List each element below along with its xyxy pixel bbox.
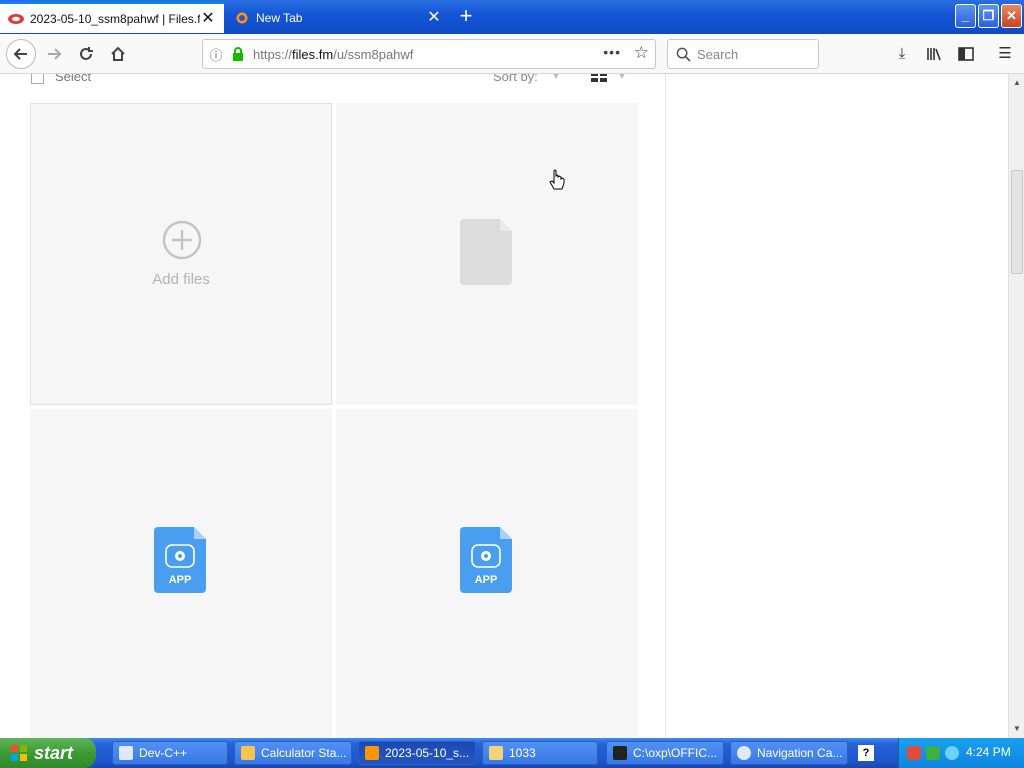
tray-network-icon[interactable] [945, 746, 959, 760]
add-files-label: Add files [152, 271, 210, 288]
firefox-icon [365, 746, 379, 760]
task-label: C:\oxp\OFFIC... [633, 746, 718, 760]
tray-app-icon[interactable] [907, 746, 921, 760]
task-label: Calculator Sta... [261, 746, 347, 760]
close-tab-icon[interactable]: ✕ [200, 10, 216, 27]
taskbar-item-dev-cpp[interactable]: Dev-C++ [112, 741, 228, 765]
lock-icon[interactable] [229, 47, 247, 61]
file-tile[interactable]: APP [30, 409, 332, 738]
new-tab-button[interactable]: + [452, 4, 480, 30]
close-tab-icon[interactable]: ✕ [426, 9, 442, 26]
task-label: 1033 [509, 746, 536, 760]
help-circle-icon [737, 746, 751, 760]
dev-cpp-icon [119, 746, 133, 760]
close-window-button[interactable]: ✕ [1001, 4, 1022, 28]
app-file-icon: APP [154, 527, 206, 593]
page-content: Select Sort by: ▼ ▼ Add files APP APP [0, 74, 1008, 738]
chevron-down-icon[interactable]: ▼ [617, 74, 627, 82]
forward-button[interactable] [40, 40, 68, 68]
home-icon [111, 46, 125, 61]
taskbar-item-navigation[interactable]: Navigation Ca... [730, 741, 848, 765]
library-icon[interactable] [922, 42, 946, 66]
help-button[interactable]: ? [858, 745, 874, 761]
navigation-toolbar: ⓘ https://files.fm/u/ssm8pahwf ••• ☆ Sea… [0, 34, 1024, 74]
start-button[interactable]: start [0, 738, 96, 768]
taskbar-clock: 4:24 PM [966, 745, 1011, 759]
app-badge-text: APP [475, 574, 498, 586]
back-button[interactable] [6, 39, 36, 69]
select-label: Select [55, 74, 92, 84]
start-label: start [34, 742, 74, 763]
file-list-pane: Select Sort by: ▼ ▼ Add files APP APP [0, 74, 666, 738]
forward-arrow-icon [48, 48, 62, 60]
scroll-up-icon[interactable]: ▲ [1012, 78, 1022, 87]
maximize-button[interactable]: ❐ [978, 4, 999, 28]
scroll-down-icon[interactable]: ▼ [1012, 724, 1022, 733]
grid-view-icon[interactable] [591, 74, 607, 82]
tab-files-fm[interactable]: 2023-05-10_ssm8pahwf | Files.fm ✕ [0, 2, 224, 33]
7zip-icon [613, 746, 627, 760]
site-info-icon[interactable]: ⓘ [203, 45, 229, 64]
firefox-favicon-icon [236, 12, 248, 23]
back-arrow-icon [13, 48, 27, 60]
search-field[interactable]: Search [667, 39, 819, 69]
tab-new-tab[interactable]: New Tab ✕ [226, 2, 450, 33]
page-scrollbar[interactable]: ▲ ▼ [1008, 74, 1024, 738]
tab-label: 2023-05-10_ssm8pahwf | Files.fm [30, 11, 200, 26]
tray-app-icon[interactable] [926, 746, 940, 760]
sidebar-icon[interactable] [954, 42, 978, 66]
sort-by-dropdown[interactable]: Sort by: [493, 74, 538, 84]
file-toolbar: Select Sort by: ▼ ▼ [0, 74, 660, 88]
home-button[interactable] [104, 40, 132, 68]
generic-file-icon [460, 219, 512, 285]
url-text[interactable]: https://files.fm/u/ssm8pahwf [253, 47, 413, 62]
task-label: Dev-C++ [139, 746, 188, 760]
scroll-thumb[interactable] [1011, 170, 1023, 274]
reload-icon [80, 47, 93, 60]
app-badge-text: APP [169, 574, 192, 586]
search-placeholder: Search [697, 46, 739, 62]
hand-cursor-icon [549, 169, 565, 190]
app-file-icon: APP [460, 527, 512, 593]
taskbar-item-firefox[interactable]: 2023-05-10_s... [358, 741, 476, 765]
windows-logo-icon [11, 745, 27, 761]
taskbar-item-folder[interactable]: 1033 [482, 741, 598, 765]
reload-button[interactable] [72, 40, 100, 68]
add-files-tile[interactable]: Add files [30, 103, 332, 405]
file-tile[interactable] [336, 103, 638, 405]
add-circle-icon [162, 220, 202, 260]
select-all-checkbox[interactable] [31, 74, 44, 84]
address-bar[interactable]: ⓘ https://files.fm/u/ssm8pahwf ••• ☆ [202, 39, 656, 69]
folder-icon [489, 746, 503, 760]
taskbar-item-7zip[interactable]: C:\oxp\OFFIC... [606, 741, 724, 765]
tab-label: New Tab [256, 10, 303, 25]
taskbar-item-calculator[interactable]: Calculator Sta... [234, 741, 352, 765]
browser-tab-bar: 2023-05-10_ssm8pahwf | Files.fm ✕ New Ta… [0, 0, 1024, 34]
bookmark-star-icon[interactable]: ☆ [634, 43, 649, 63]
calculator-icon [241, 746, 255, 760]
downloads-icon[interactable]: ⤓ [890, 42, 914, 66]
task-label: Navigation Ca... [757, 746, 843, 760]
menu-hamburger-icon[interactable]: ☰ [993, 42, 1017, 66]
details-pane [667, 74, 1008, 738]
task-label: 2023-05-10_s... [385, 746, 470, 760]
files-fm-favicon-icon [8, 13, 24, 24]
windows-taskbar: start Dev-C++ Calculator Sta... 2023-05-… [0, 738, 1024, 768]
chevron-down-icon[interactable]: ▼ [551, 74, 561, 82]
minimize-button[interactable]: _ [955, 4, 976, 28]
page-actions-icon[interactable]: ••• [603, 44, 621, 60]
search-icon [676, 47, 691, 62]
file-tile[interactable]: APP [336, 409, 638, 738]
